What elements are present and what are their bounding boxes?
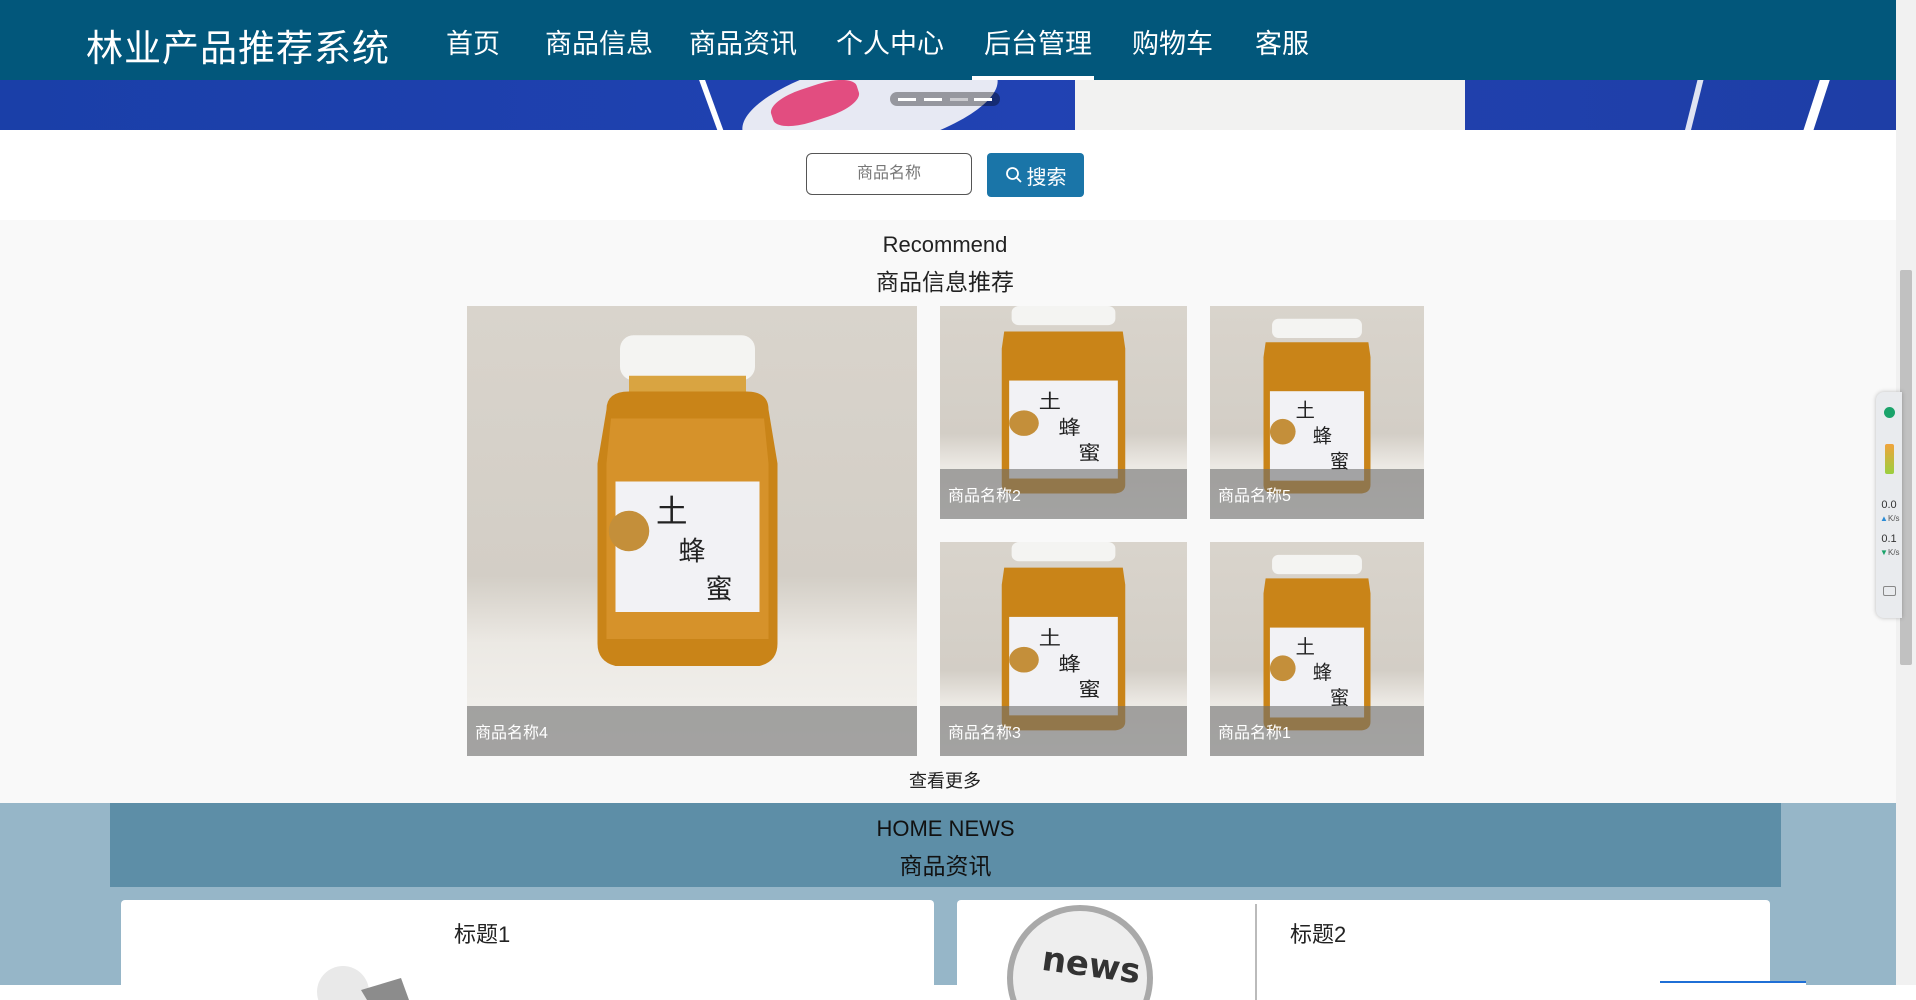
jar-label-char: 土 [1296,399,1315,422]
jar-label-char: 蜂 [1313,424,1332,447]
product-name: 商品名称3 [948,725,1021,742]
product-name: 商品名称2 [948,488,1021,505]
product-caption: 商品名称1 [1210,706,1424,756]
jar-label-char: 蜂 [1059,653,1081,675]
product-caption: 商品名称5 [1210,469,1424,519]
network-speed-widget[interactable]: 0.0 ▲ K/s 0.1 ▼ K/s [1876,392,1902,618]
news-card[interactable]: 标题1 [121,900,934,1000]
product-name: 商品名称4 [475,725,548,742]
jar-label-char: 土 [1039,627,1061,649]
news-card[interactable]: news 标题2 [957,900,1770,1000]
jar-label-char: 蜜 [706,575,733,606]
banner-image-part [1075,80,1465,130]
divider [1255,904,1257,1000]
product-name: 商品名称1 [1218,725,1291,742]
product-card[interactable]: 土 蜂 蜜 商品名称1 [1210,542,1424,756]
status-dot [1884,407,1895,418]
product-card[interactable]: 土 蜂 蜜 商品名称3 [940,542,1187,756]
product-card[interactable]: 土 蜂 蜜 商品名称4 [467,306,917,756]
recommend-section: Recommend 商品信息推荐 土 蜂 蜜 商品名称4 土 蜂 蜜 商品名称2… [0,220,1896,803]
jar-label-char: 土 [656,494,688,530]
upload-unit: K/s [1888,514,1900,523]
news-title-cn: 商品资讯 [899,853,992,879]
search-input[interactable] [806,153,972,195]
nav-product-info[interactable]: 商品信息 [545,22,653,61]
news-thumbnail [317,966,409,1000]
search-button-label: 搜索 [1026,166,1067,189]
nav-admin[interactable]: 后台管理 [984,22,1092,61]
product-caption: 商品名称3 [940,706,1187,756]
jar-label-char: 蜜 [1078,442,1100,464]
carousel-dot[interactable] [950,98,968,101]
news-title: 标题2 [1290,922,1347,947]
search-button[interactable]: 搜索 [987,153,1084,197]
carousel-dot[interactable] [924,98,942,101]
floating-tab[interactable] [1660,981,1806,987]
banner-image-part [1682,80,1704,130]
view-more-link[interactable]: 查看更多 [0,767,1890,793]
download-arrow-icon: ▼ [1880,548,1888,557]
jar-label-char: 土 [1039,391,1061,413]
honey-jar-image: 土 蜂 蜜 [597,335,778,666]
download-unit: K/s [1888,548,1900,557]
carousel-dot[interactable] [974,98,992,101]
news-header: HOME NEWS 商品资讯 [110,803,1781,887]
news-thumbnail: news [1007,905,1153,1000]
jar-label-char: 蜂 [679,536,706,567]
product-card[interactable]: 土 蜂 蜜 商品名称5 [1210,306,1424,519]
speed-gauge [1885,444,1894,474]
news-title: 标题1 [454,922,511,947]
jar-label-char: 土 [1296,635,1315,658]
nav-customer-service[interactable]: 客服 [1255,22,1309,61]
jar-label-char: 蜂 [1313,661,1332,684]
news-section: HOME NEWS 商品资讯 标题1 news 标题2 [0,803,1896,1000]
nav-personal-center[interactable]: 个人中心 [836,22,944,61]
active-nav-indicator [972,76,1094,80]
carousel-dot[interactable] [898,98,916,101]
search-icon [1005,167,1022,183]
jar-label-char: 蜂 [1059,416,1081,438]
download-speed: 0.1 [1881,533,1897,545]
nav-product-news[interactable]: 商品资讯 [689,22,797,61]
top-navigation-bar: 林业产品推荐系统 首页 商品信息 商品资讯 个人中心 后台管理 购物车 客服 [0,0,1896,80]
nav-home[interactable]: 首页 [446,22,500,61]
banner-image-part [699,80,727,130]
product-caption: 商品名称2 [940,469,1187,519]
product-name: 商品名称5 [1218,488,1291,505]
product-card[interactable]: 土 蜂 蜜 商品名称2 [940,306,1187,519]
camera-icon[interactable] [1883,586,1896,596]
product-caption: 商品名称4 [467,706,917,756]
nav-cart[interactable]: 购物车 [1132,22,1213,61]
recommend-title-cn: 商品信息推荐 [876,269,1014,295]
jar-label-char: 蜜 [1078,678,1100,700]
news-title-en: HOME NEWS [876,816,1015,841]
banner-image-part [1800,80,1830,130]
recommend-title-en: Recommend [882,232,1008,257]
carousel-indicators [890,92,1000,106]
upload-arrow-icon: ▲ [1880,514,1888,523]
site-title[interactable]: 林业产品推荐系统 [86,18,390,72]
upload-speed: 0.0 [1881,499,1897,511]
